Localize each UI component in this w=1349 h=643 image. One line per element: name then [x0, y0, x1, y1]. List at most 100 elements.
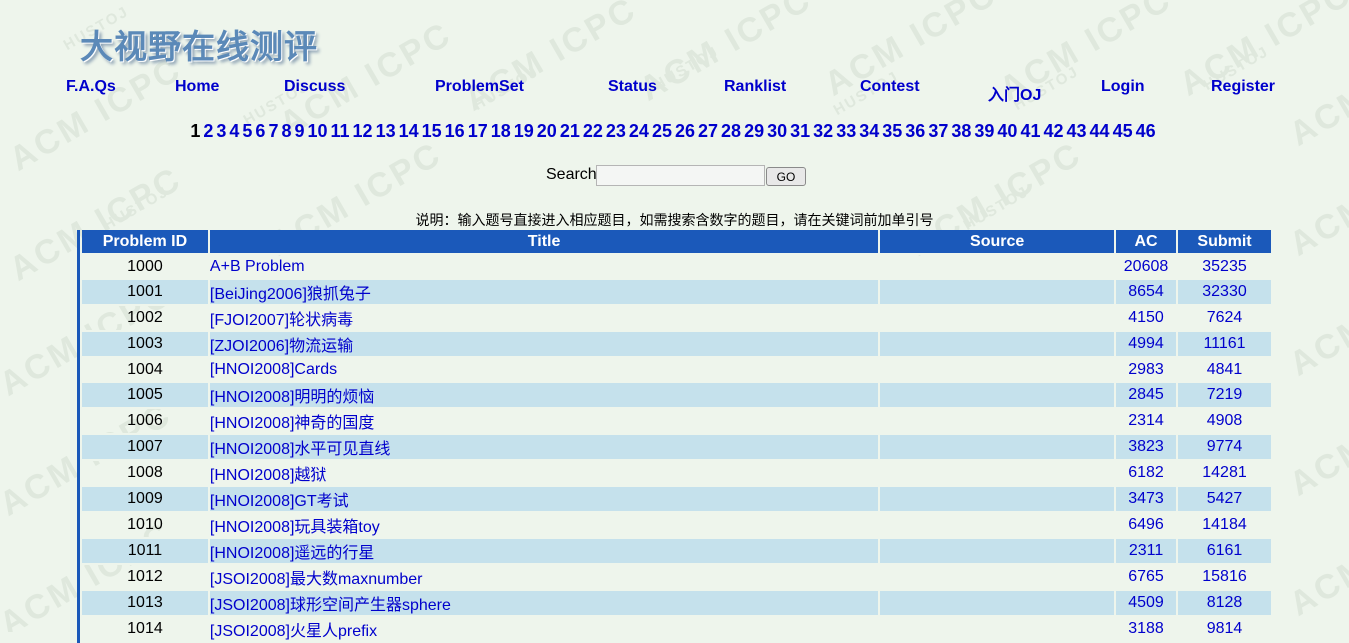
table-row[interactable]: 1008 [HNOI2008]越狱 6182 14281 — [82, 461, 1271, 487]
nav-intro-oj[interactable]: 入门OJ — [988, 81, 1041, 105]
nav-status[interactable]: Status — [608, 78, 657, 96]
problem-title-link[interactable]: [JSOI2008]火星人prefix — [209, 617, 879, 643]
page-link[interactable]: 42 — [1043, 121, 1063, 141]
page-link[interactable]: 14 — [399, 121, 419, 141]
nav-home[interactable]: Home — [175, 78, 219, 96]
problem-title-link[interactable]: [HNOI2008]水平可见直线 — [209, 435, 879, 461]
ac-count-link[interactable]: 3823 — [1116, 435, 1177, 461]
column-header-title[interactable]: Title — [209, 230, 879, 255]
page-link[interactable]: 43 — [1067, 121, 1087, 141]
problem-title-link[interactable]: [JSOI2008]最大数maxnumber — [209, 565, 879, 591]
nav-faqs[interactable]: F.A.Qs — [66, 78, 116, 96]
submit-count-link[interactable]: 14281 — [1178, 461, 1271, 487]
nav-register[interactable]: Register — [1211, 78, 1275, 96]
page-link[interactable]: 29 — [744, 121, 764, 141]
submit-count-link[interactable]: 4841 — [1178, 358, 1271, 383]
nav-problemset[interactable]: ProblemSet — [435, 78, 524, 96]
page-link[interactable]: 3 — [216, 121, 226, 141]
page-link[interactable]: 46 — [1136, 121, 1156, 141]
nav-login[interactable]: Login — [1101, 78, 1145, 96]
problem-title-link[interactable]: [HNOI2008]玩具装箱toy — [209, 513, 879, 539]
submit-count-link[interactable]: 7219 — [1178, 383, 1271, 409]
submit-count-link[interactable]: 9814 — [1178, 617, 1271, 643]
page-link[interactable]: 5 — [242, 121, 252, 141]
page-link[interactable]: 15 — [422, 121, 442, 141]
page-link[interactable]: 10 — [307, 121, 327, 141]
problem-title-link[interactable]: [HNOI2008]明明的烦恼 — [209, 383, 879, 409]
page-link[interactable]: 6 — [255, 121, 265, 141]
problem-title-link[interactable]: [HNOI2008]越狱 — [209, 461, 879, 487]
page-link[interactable]: 28 — [721, 121, 741, 141]
ac-count-link[interactable]: 2983 — [1116, 358, 1177, 383]
page-link[interactable]: 8 — [281, 121, 291, 141]
page-link[interactable]: 9 — [294, 121, 304, 141]
page-link[interactable]: 45 — [1113, 121, 1133, 141]
table-row[interactable]: 1014 [JSOI2008]火星人prefix 3188 9814 — [82, 617, 1271, 643]
search-input[interactable] — [596, 165, 765, 186]
table-row[interactable]: 1013 [JSOI2008]球形空间产生器sphere 4509 8128 — [82, 591, 1271, 617]
submit-count-link[interactable]: 11161 — [1178, 332, 1271, 358]
page-link[interactable]: 41 — [1020, 121, 1040, 141]
ac-count-link[interactable]: 2845 — [1116, 383, 1177, 409]
page-link[interactable]: 18 — [491, 121, 511, 141]
page-link[interactable]: 12 — [353, 121, 373, 141]
page-link[interactable]: 2 — [203, 121, 213, 141]
ac-count-link[interactable]: 8654 — [1116, 280, 1177, 306]
table-row[interactable]: 1000 A+B Problem 20608 35235 — [82, 255, 1271, 280]
nav-ranklist[interactable]: Ranklist — [724, 78, 786, 96]
ac-count-link[interactable]: 2311 — [1116, 539, 1177, 565]
page-link[interactable]: 11 — [331, 121, 350, 141]
page-link[interactable]: 34 — [859, 121, 879, 141]
page-link[interactable]: 27 — [698, 121, 718, 141]
go-button[interactable]: GO — [766, 167, 806, 186]
problem-title-link[interactable]: A+B Problem — [209, 255, 879, 280]
submit-count-link[interactable]: 5427 — [1178, 487, 1271, 513]
page-link[interactable]: 21 — [560, 121, 580, 141]
table-row[interactable]: 1009 [HNOI2008]GT考试 3473 5427 — [82, 487, 1271, 513]
page-link[interactable]: 32 — [813, 121, 833, 141]
page-link[interactable]: 24 — [629, 121, 649, 141]
page-link[interactable]: 44 — [1090, 121, 1110, 141]
table-row[interactable]: 1004 [HNOI2008]Cards 2983 4841 — [82, 358, 1271, 383]
table-row[interactable]: 1003 [ZJOI2006]物流运输 4994 11161 — [82, 332, 1271, 358]
problem-title-link[interactable]: [HNOI2008]遥远的行星 — [209, 539, 879, 565]
column-header-ac[interactable]: AC — [1116, 230, 1177, 255]
problem-title-link[interactable]: [HNOI2008]Cards — [209, 358, 879, 383]
table-row[interactable]: 1001 [BeiJing2006]狼抓兔子 8654 32330 — [82, 280, 1271, 306]
page-link[interactable]: 40 — [997, 121, 1017, 141]
page-link[interactable]: 4 — [229, 121, 239, 141]
problem-title-link[interactable]: [HNOI2008]神奇的国度 — [209, 409, 879, 435]
page-link[interactable]: 39 — [974, 121, 994, 141]
submit-count-link[interactable]: 32330 — [1178, 280, 1271, 306]
page-link[interactable]: 36 — [905, 121, 925, 141]
problem-title-link[interactable]: [FJOI2007]轮状病毒 — [209, 306, 879, 332]
ac-count-link[interactable]: 2314 — [1116, 409, 1177, 435]
page-link[interactable]: 30 — [767, 121, 787, 141]
problem-title-link[interactable]: [ZJOI2006]物流运输 — [209, 332, 879, 358]
column-header-problem-id[interactable]: Problem ID — [82, 230, 208, 255]
page-link[interactable]: 33 — [836, 121, 856, 141]
table-row[interactable]: 1010 [HNOI2008]玩具装箱toy 6496 14184 — [82, 513, 1271, 539]
page-link[interactable]: 16 — [445, 121, 465, 141]
ac-count-link[interactable]: 4509 — [1116, 591, 1177, 617]
submit-count-link[interactable]: 8128 — [1178, 591, 1271, 617]
page-link[interactable]: 38 — [951, 121, 971, 141]
ac-count-link[interactable]: 6496 — [1116, 513, 1177, 539]
ac-count-link[interactable]: 6765 — [1116, 565, 1177, 591]
page-link[interactable]: 31 — [790, 121, 810, 141]
column-header-source[interactable]: Source — [880, 230, 1115, 255]
problem-title-link[interactable]: [JSOI2008]球形空间产生器sphere — [209, 591, 879, 617]
ac-count-link[interactable]: 4994 — [1116, 332, 1177, 358]
page-link[interactable]: 26 — [675, 121, 695, 141]
ac-count-link[interactable]: 6182 — [1116, 461, 1177, 487]
nav-contest[interactable]: Contest — [860, 78, 920, 96]
submit-count-link[interactable]: 35235 — [1178, 255, 1271, 280]
submit-count-link[interactable]: 14184 — [1178, 513, 1271, 539]
page-link[interactable]: 17 — [468, 121, 488, 141]
table-row[interactable]: 1011 [HNOI2008]遥远的行星 2311 6161 — [82, 539, 1271, 565]
problem-title-link[interactable]: [BeiJing2006]狼抓兔子 — [209, 280, 879, 306]
ac-count-link[interactable]: 3473 — [1116, 487, 1177, 513]
table-row[interactable]: 1002 [FJOI2007]轮状病毒 4150 7624 — [82, 306, 1271, 332]
submit-count-link[interactable]: 4908 — [1178, 409, 1271, 435]
column-header-submit[interactable]: Submit — [1178, 230, 1271, 255]
